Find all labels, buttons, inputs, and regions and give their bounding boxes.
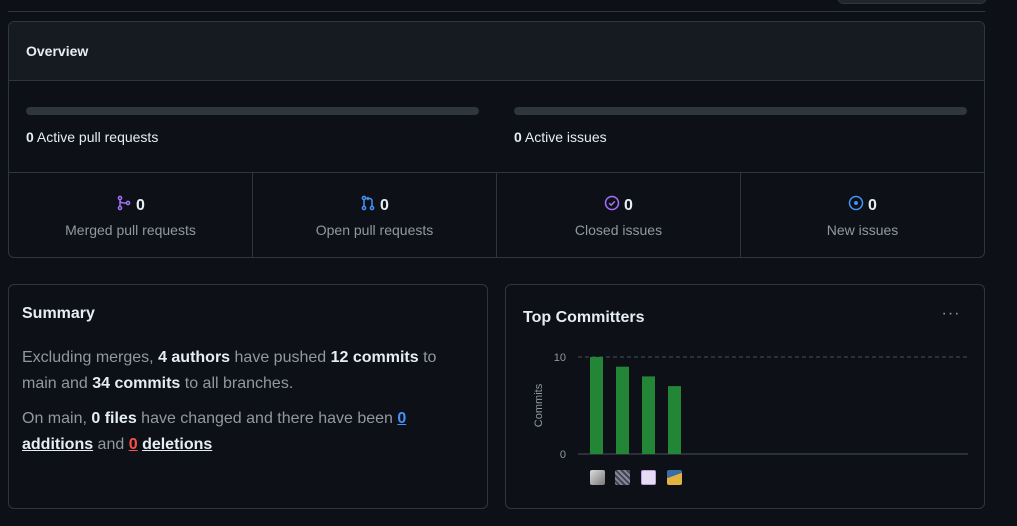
stat-count: 0	[624, 196, 633, 214]
additions-link[interactable]: additions	[22, 436, 93, 453]
issue-closed-icon	[604, 195, 620, 216]
stat-label: Merged pull requests	[65, 222, 196, 238]
active-issues-count: 0	[514, 129, 522, 145]
active-pr-bar	[26, 107, 479, 115]
committer-avatar[interactable]	[615, 470, 630, 485]
stat-merged-prs[interactable]: 0 Merged pull requests	[9, 173, 253, 257]
all-commits-count: 34 commits	[92, 375, 181, 392]
top-committers-panel: Top Committers ··· 10 0 Commits	[505, 284, 985, 509]
text-fragment: to all branches.	[180, 375, 294, 392]
overview-stats: 0 Merged pull requests 0 Open pull reque…	[9, 173, 984, 257]
active-issues-text: Active issues	[524, 129, 607, 145]
top-committers-chart: 10 0 Commits	[533, 352, 968, 461]
text-fragment: and	[93, 436, 129, 453]
y-tick-label: 10	[554, 352, 566, 364]
stat-new-issues[interactable]: 0 New issues	[741, 173, 984, 257]
active-issues-bar	[514, 107, 967, 115]
deletions-count-link[interactable]: 0	[129, 436, 138, 453]
committer-avatar[interactable]	[641, 470, 656, 485]
active-pr-text: Active pull requests	[36, 129, 159, 145]
committer-avatar[interactable]	[590, 470, 605, 485]
stat-label: Closed issues	[574, 222, 663, 238]
overview-title: Overview	[9, 22, 984, 81]
summary-title: Summary	[22, 305, 95, 322]
chart-bar	[668, 386, 681, 454]
text-fragment: On main,	[22, 410, 92, 427]
text-fragment: have changed and there have been	[136, 410, 398, 427]
chart-bar	[616, 366, 629, 454]
chart-bar	[642, 376, 655, 454]
stat-count: 0	[136, 196, 145, 214]
y-axis-label: Commits	[533, 383, 545, 427]
main-commits-count: 12 commits	[330, 349, 419, 366]
stat-label: New issues	[826, 222, 899, 238]
overview-panel: Overview 0 Active pull requests 0 Active…	[8, 21, 985, 258]
authors-count: 4 authors	[158, 349, 231, 366]
y-tick-label: 0	[560, 449, 566, 461]
stat-count: 0	[380, 196, 389, 214]
summary-commits-text: Excluding merges, 4 authors have pushed …	[22, 345, 472, 397]
deletions-link[interactable]: deletions	[142, 436, 212, 453]
text-fragment: Excluding merges,	[22, 349, 159, 366]
overview-progress-section: 0 Active pull requests 0 Active issues	[9, 81, 984, 173]
stat-count: 0	[868, 196, 877, 214]
files-count: 0 files	[91, 410, 137, 427]
stat-open-prs[interactable]: 0 Open pull requests	[253, 173, 497, 257]
additions-count-link[interactable]: 0	[397, 410, 406, 427]
chart-bar	[590, 357, 603, 454]
active-pr-count: 0	[26, 129, 34, 145]
active-issues-summary: 0 Active issues	[514, 107, 967, 145]
issue-opened-icon	[848, 195, 864, 216]
pull-request-icon	[360, 195, 376, 216]
stat-closed-issues[interactable]: 0 Closed issues	[497, 173, 741, 257]
summary-changes-text: On main, 0 files have changed and there …	[22, 406, 472, 458]
top-divider	[8, 11, 985, 12]
summary-panel: Summary Excluding merges, 4 authors have…	[8, 284, 488, 509]
stat-label: Open pull requests	[315, 222, 434, 238]
active-issues-label[interactable]: 0 Active issues	[514, 129, 967, 145]
committer-avatar[interactable]	[667, 470, 682, 485]
active-pr-summary: 0 Active pull requests	[26, 107, 479, 145]
active-pr-label[interactable]: 0 Active pull requests	[26, 129, 479, 145]
merge-icon	[116, 195, 132, 216]
top-button[interactable]	[838, 0, 986, 4]
text-fragment: have pushed	[230, 349, 331, 366]
